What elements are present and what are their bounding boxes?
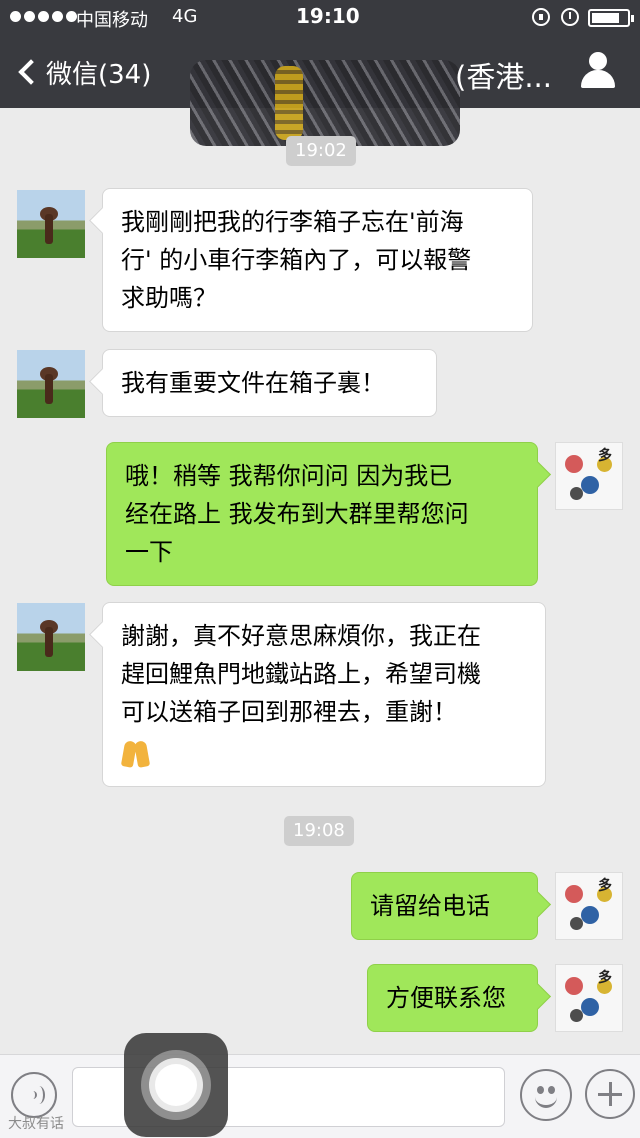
message-line: 謝謝，真不好意思麻煩你，我正在 bbox=[121, 622, 481, 650]
message-line: 经在路上 我发布到大群里帮您问 bbox=[125, 500, 469, 528]
my-avatar[interactable]: 多 bbox=[555, 872, 623, 940]
alarm-icon bbox=[561, 8, 579, 26]
my-avatar[interactable]: 多 bbox=[555, 442, 623, 510]
status-bar: 中国移动 4G 19:10 bbox=[0, 0, 640, 36]
back-chevron-icon bbox=[18, 59, 44, 85]
message-bubble-incoming[interactable]: 謝謝，真不好意思麻煩你，我正在 趕回鯉魚門地鐵站路上，希望司機 可以送箱子回到那… bbox=[102, 602, 546, 787]
message-line: 方便联系您 bbox=[386, 984, 506, 1012]
emoji-icon[interactable] bbox=[520, 1069, 572, 1121]
message-line: 可以送箱子回到那裡去，重謝！ bbox=[121, 698, 457, 726]
message-bubble-outgoing[interactable]: 请留给电话 bbox=[351, 872, 538, 940]
message-line: 求助嗎？ bbox=[121, 284, 217, 312]
navigation-bar: 微信(34) (香港... bbox=[0, 36, 640, 146]
message-bubble-incoming[interactable]: 我剛剛把我的行李箱子忘在'前海 行' 的小車行李箱內了，可以報警 求助嗎？ bbox=[102, 188, 533, 332]
watermark: 大叔有话 bbox=[8, 1116, 64, 1132]
message-bubble-outgoing[interactable]: 哦！稍等 我帮你问问 因为我已 经在路上 我发布到大群里帮您问 一下 bbox=[106, 442, 538, 586]
assistive-touch-button[interactable] bbox=[124, 1033, 228, 1137]
profile-icon[interactable] bbox=[578, 52, 618, 92]
timestamp: 19:02 bbox=[286, 136, 356, 166]
chat-title: (香港... bbox=[455, 60, 552, 94]
my-avatar[interactable]: 多 bbox=[555, 964, 623, 1032]
status-time: 19:10 bbox=[296, 4, 360, 28]
voice-icon[interactable] bbox=[11, 1072, 57, 1118]
message-line: 趕回鯉魚門地鐵站路上，希望司機 bbox=[121, 660, 481, 688]
network-type: 4G bbox=[172, 6, 198, 27]
top-bar: 中国移动 4G 19:10 微信(34) (香港... bbox=[0, 0, 640, 146]
rotation-lock-icon bbox=[532, 8, 550, 26]
battery-icon bbox=[588, 9, 634, 27]
message-line: 行' 的小車行李箱內了，可以報警 bbox=[121, 246, 472, 274]
plus-icon[interactable] bbox=[585, 1069, 635, 1119]
message-bubble-outgoing[interactable]: 方便联系您 bbox=[367, 964, 538, 1032]
message-line: 我有重要文件在箱子裏！ bbox=[121, 369, 385, 397]
back-button[interactable]: 微信(34) bbox=[14, 50, 151, 94]
signal-icon bbox=[10, 11, 77, 22]
contact-avatar[interactable] bbox=[17, 190, 85, 258]
battery-fill bbox=[592, 13, 620, 23]
carrier-label: 中国移动 bbox=[76, 10, 148, 31]
input-bar bbox=[0, 1054, 640, 1138]
message-line: 一下 bbox=[125, 538, 173, 566]
message-line: 我剛剛把我的行李箱子忘在'前海 bbox=[121, 208, 464, 236]
contact-avatar[interactable] bbox=[17, 350, 85, 418]
chat-message-list[interactable]: 19:02 我剛剛把我的行李箱子忘在'前海 行' 的小車行李箱內了，可以報警 求… bbox=[0, 108, 640, 1054]
back-label: 微信(34) bbox=[46, 59, 152, 90]
timestamp: 19:08 bbox=[284, 816, 354, 846]
message-bubble-incoming[interactable]: 我有重要文件在箱子裏！ bbox=[102, 349, 437, 417]
folded-hands-emoji bbox=[120, 737, 151, 768]
message-line: 请留给电话 bbox=[370, 892, 490, 920]
message-line: 哦！稍等 我帮你问问 因为我已 bbox=[125, 462, 453, 490]
contact-avatar[interactable] bbox=[17, 603, 85, 671]
wechat-chat-screen: 中国移动 4G 19:10 微信(34) (香港... 19:02 我剛剛把我的… bbox=[0, 0, 640, 1138]
